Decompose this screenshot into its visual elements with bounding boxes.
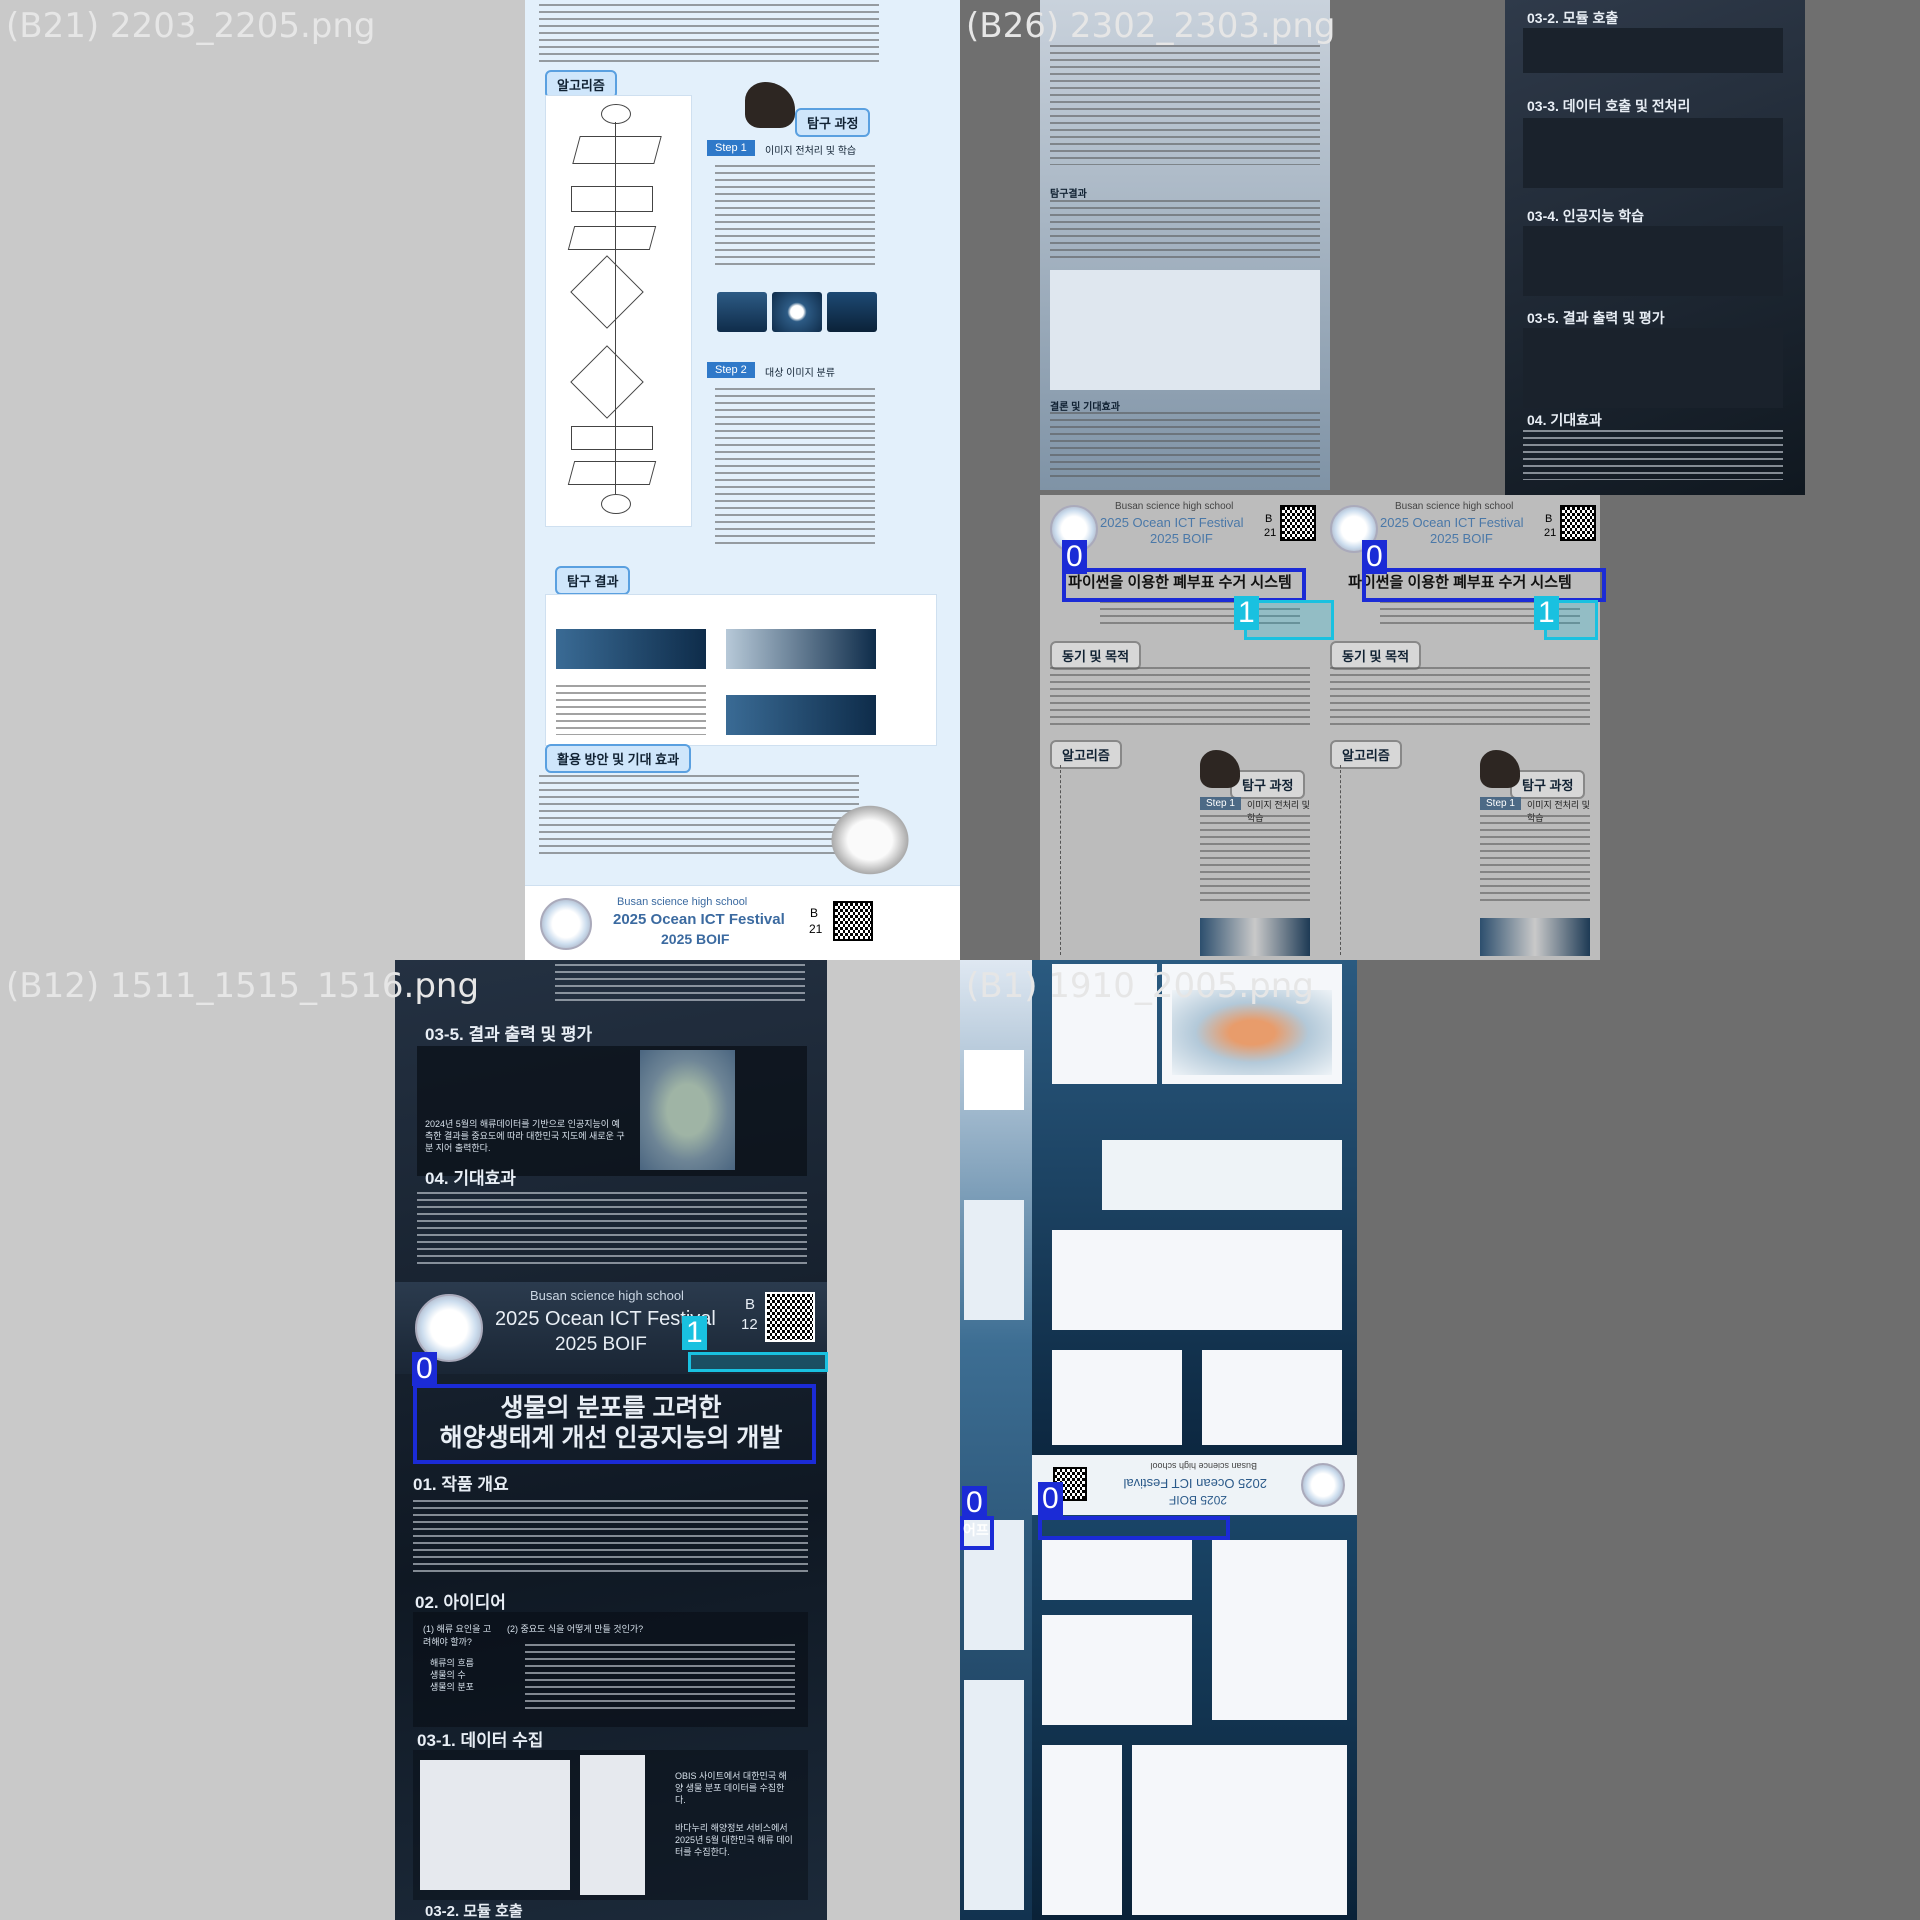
booth-number: 21 xyxy=(1264,527,1277,539)
result-panel xyxy=(545,594,937,746)
section-03-4: 03-4. 인공지능 학습 xyxy=(1527,208,1644,224)
sample-photo-3 xyxy=(827,292,877,332)
section-03-3: 03-3. 데이터 호출 및 전처리 xyxy=(1527,98,1691,114)
festival-name: 2025 Ocean ICT Festival xyxy=(1123,1476,1267,1491)
section-03-2: 03-2. 모듈 호출 xyxy=(1527,10,1619,26)
idea-question-1: (1) 해류 요인을 고려해야 할까? xyxy=(423,1624,492,1647)
usage-tag: 활용 방안 및 기대 효과 xyxy=(545,744,692,773)
booth-letter: B xyxy=(1265,513,1273,525)
booth-number: 12 xyxy=(741,1316,758,1333)
poster-footer: Busan science high school 2025 Ocean ICT… xyxy=(525,885,960,960)
qr-code xyxy=(833,901,873,941)
school-name: Busan science high school xyxy=(1395,501,1514,512)
obis-screenshot xyxy=(420,1760,570,1890)
booth-letter: B xyxy=(1545,513,1553,525)
map-caption: 2024년 5월의 해류데이터를 기반으로 인공지능이 예측한 결과를 중요도에… xyxy=(425,1119,625,1153)
sample-photo-1 xyxy=(717,292,767,332)
poster-b21[interactable]: 알고리즘 탐구 과정 Step 1 이미지 전처리 및 학습 Step 2 대상… xyxy=(525,0,960,960)
boif-label: 2025 BOIF xyxy=(1150,531,1213,546)
quadrant-label: (B12) 1511_1515_1516.png xyxy=(6,966,480,1006)
quadrant-b1: (B1) 1910_2005.png Busan science high sc… xyxy=(960,960,1920,1920)
boif-label: 2025 BOIF xyxy=(661,931,730,947)
process-tag: 탐구 과정 xyxy=(1230,770,1306,799)
step2-label: Step 2 xyxy=(707,362,755,378)
conclusion-heading: 결론 및 기대효과 xyxy=(1050,402,1120,413)
step1-label: Step 1 xyxy=(707,140,755,156)
section-03-5: 03-5. 결과 출력 및 평가 xyxy=(425,1025,593,1044)
bbox-index-0: 0 xyxy=(1362,540,1387,574)
section-03-1: 03-1. 데이터 수집 xyxy=(417,1731,544,1750)
boif-label: 2025 BOIF xyxy=(1430,531,1493,546)
section-04: 04. 기대효과 xyxy=(425,1169,516,1188)
qr-code xyxy=(1280,505,1316,541)
process-tag: 탐구 과정 xyxy=(1510,770,1586,799)
bbox-index-0: 0 xyxy=(1062,540,1087,574)
booth-letter: B xyxy=(810,906,819,920)
strip-text: 어프 xyxy=(963,1522,989,1538)
booth-number: 21 xyxy=(809,922,823,936)
boif-label: 2025 BOIF xyxy=(555,1334,647,1355)
bbox-index-1: 1 xyxy=(682,1316,707,1350)
festival-name: 2025 Ocean ICT Festival xyxy=(1380,515,1524,530)
title-bbox-b xyxy=(1362,568,1606,602)
section-01: 01. 작품 개요 xyxy=(413,1475,509,1494)
step1-label: Step 1 xyxy=(1480,797,1521,810)
poster-b26-faded[interactable]: 탐구결과 결론 및 기대효과 xyxy=(1040,0,1330,490)
school-name: Busan science high school xyxy=(617,896,748,908)
school-name: Busan science high school xyxy=(1115,501,1234,512)
rotated-header: Busan science high school 2025 Ocean ICT… xyxy=(1032,1455,1357,1515)
result-heading: 탐구결과 xyxy=(1050,189,1087,200)
quadrant-b12: (B12) 1511_1515_1516.png 03-5. 결과 출력 및 평… xyxy=(0,960,960,1920)
school-name: Busan science high school xyxy=(530,1288,684,1303)
school-logo xyxy=(540,898,592,950)
subtitle-bbox xyxy=(688,1352,828,1372)
result-tag: 탐구 결과 xyxy=(555,566,631,595)
qr-code xyxy=(765,1292,815,1342)
process-tag: 탐구 과정 xyxy=(795,108,871,137)
section-02: 02. 아이디어 xyxy=(415,1593,506,1612)
data-text-1: OBIS 사이트에서 대한민국 해양 생물 분포 데이터를 수집한다. xyxy=(675,1771,787,1805)
booth-number: 21 xyxy=(1544,527,1557,539)
bbox-index-1: 1 xyxy=(1234,596,1259,630)
title-bbox-a xyxy=(1062,568,1306,602)
quadrant-b26: (B26) 2302_2303.png 탐구결과 결론 및 기대효과 03-2.… xyxy=(960,0,1920,960)
section-04: 04. 기대효과 xyxy=(1527,412,1602,428)
section-03-2: 03-2. 모듈 호출 xyxy=(425,1903,523,1920)
festival-name: 2025 Ocean ICT Festival xyxy=(613,911,785,928)
bbox-index-0: 0 xyxy=(1038,1482,1063,1516)
title-bbox xyxy=(413,1384,816,1464)
quadrant-label: (B21) 2203_2205.png xyxy=(6,6,376,46)
step1-title: 이미지 전처리 및 학습 xyxy=(765,146,857,157)
korea-map xyxy=(640,1050,735,1170)
data-portal-screenshot xyxy=(580,1755,645,1895)
motivation-tag: 동기 및 목적 xyxy=(1330,641,1422,670)
school-logo xyxy=(1301,1463,1345,1507)
quadrant-b21: (B21) 2203_2205.png 알고리즘 탐구 과정 Step 1 이미… xyxy=(0,0,960,960)
step1-label: Step 1 xyxy=(1200,797,1241,810)
sea-lion-image xyxy=(745,82,795,128)
poster-b26-dark[interactable]: 03-2. 모듈 호출 03-3. 데이터 호출 및 전처리 03-4. 인공지… xyxy=(1505,0,1805,495)
title-bbox xyxy=(1038,1516,1230,1540)
quadrant-label: (B1) 1910_2005.png xyxy=(966,966,1314,1006)
seagull-image xyxy=(825,800,915,880)
flowchart xyxy=(545,95,692,527)
bbox-index-0: 0 xyxy=(962,1486,987,1520)
sample-photo-2 xyxy=(772,292,822,332)
step2-title: 대상 이미지 분류 xyxy=(765,368,835,379)
motivation-tag: 동기 및 목적 xyxy=(1050,641,1142,670)
quadrant-label: (B26) 2302_2303.png xyxy=(966,6,1336,46)
data-text-2: 바다누리 해양정보 서비스에서 2025년 5월 대한민국 해류 데이터를 수집… xyxy=(675,1823,793,1857)
boif-label: 2025 BOIF xyxy=(1168,1493,1227,1507)
booth-letter: B xyxy=(745,1296,756,1313)
poster-b1-upright[interactable] xyxy=(1032,960,1357,1455)
bbox-index-1: 1 xyxy=(1534,596,1559,630)
idea-question-2: (2) 중요도 식을 어떻게 만들 것인가? xyxy=(507,1624,644,1634)
qr-code xyxy=(1560,505,1596,541)
poster-b1-strip[interactable] xyxy=(960,960,1032,1920)
idea-item-3: 생물의 분포 xyxy=(430,1682,474,1692)
section-03-5: 03-5. 결과 출력 및 평가 xyxy=(1527,310,1665,326)
festival-name: 2025 Ocean ICT Festival xyxy=(1100,515,1244,530)
bbox-index-0: 0 xyxy=(412,1352,437,1386)
school-name: Busan science high school xyxy=(1150,1461,1257,1471)
